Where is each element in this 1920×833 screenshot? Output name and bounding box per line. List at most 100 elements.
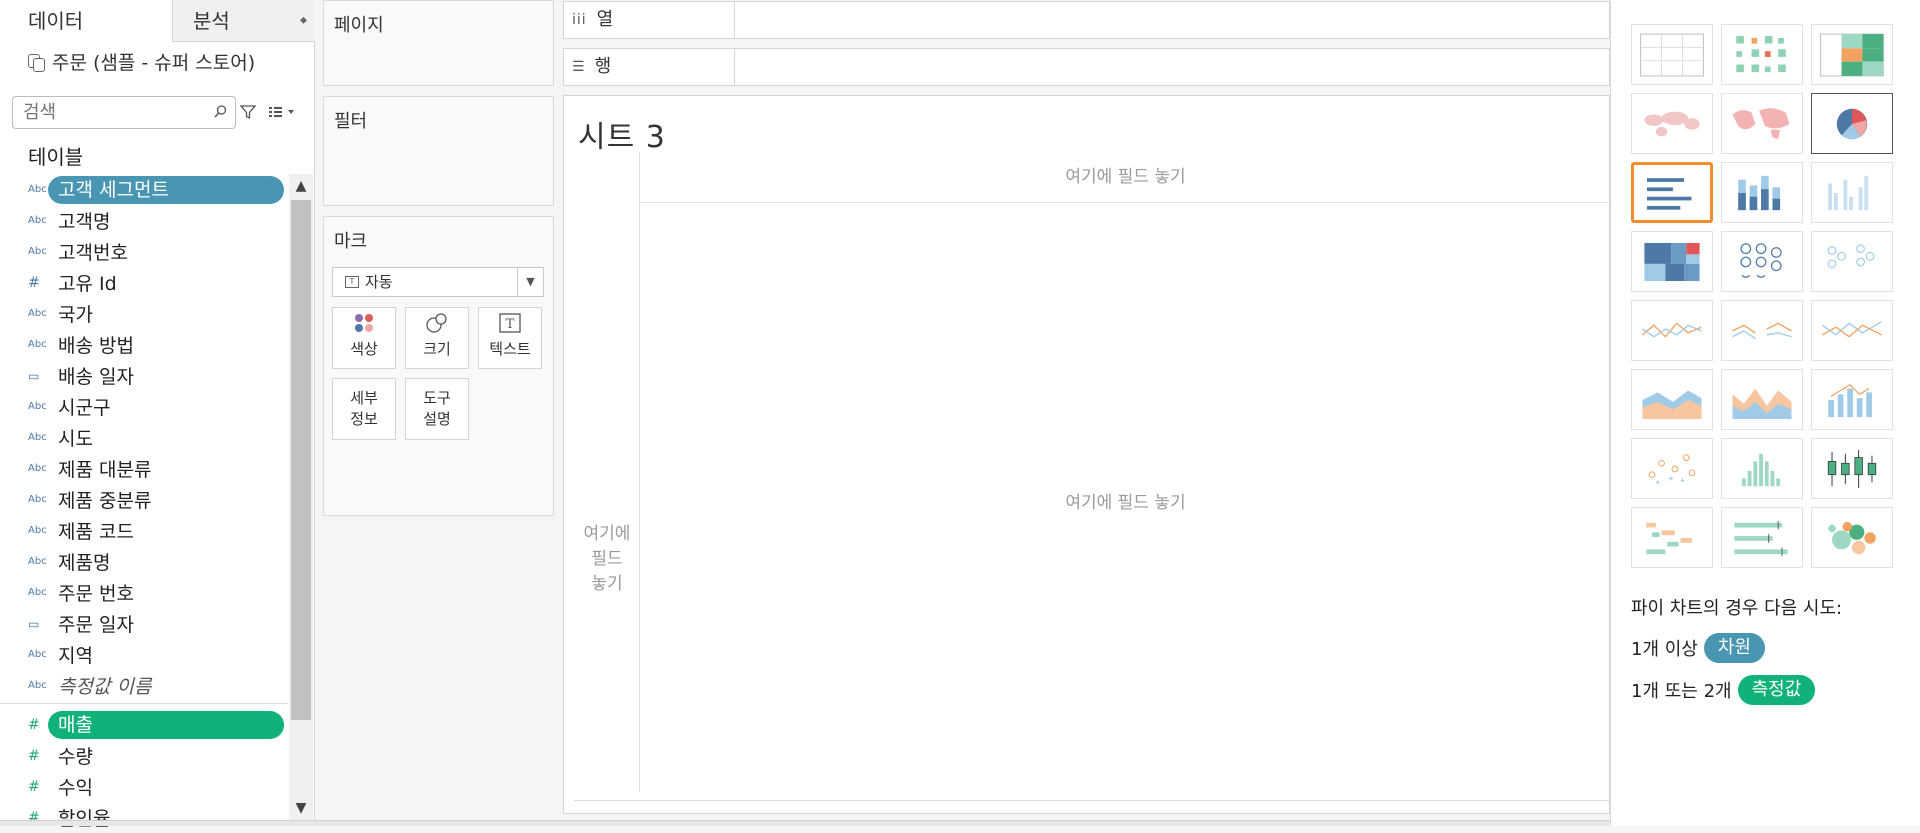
dimension-field[interactable]: Abc 고객 세그먼트 xyxy=(0,174,288,205)
dual-combination-icon[interactable] xyxy=(1811,369,1893,430)
filter-icon[interactable] xyxy=(240,104,256,120)
dimension-field[interactable]: Abc 제품 코드 xyxy=(0,515,288,546)
stacked-bars-icon[interactable] xyxy=(1721,162,1803,223)
discrete-area-icon[interactable] xyxy=(1721,369,1803,430)
dimension-field[interactable]: Abc 측정값 이름 xyxy=(0,670,288,701)
horizontal-bars-icon[interactable] xyxy=(1631,162,1713,223)
pages-card[interactable]: 페이지 xyxy=(323,0,554,86)
search-input[interactable] xyxy=(13,97,203,128)
field-label: 배송 방법 xyxy=(58,335,134,357)
measure-field[interactable]: # 수량 xyxy=(0,740,288,771)
dimension-field[interactable]: Abc 지역 xyxy=(0,639,288,670)
mark-type-dropdown[interactable]: T 자동 ▼ xyxy=(332,267,544,297)
field-label: 제품 코드 xyxy=(58,521,134,543)
string-type-icon: Abc xyxy=(28,215,47,226)
text-table-icon[interactable] xyxy=(1631,24,1713,85)
treemap-icon[interactable] xyxy=(1631,231,1713,292)
dimension-field[interactable]: Abc 고객번호 xyxy=(0,236,288,267)
search-icon[interactable] xyxy=(214,105,227,118)
size-button[interactable]: 크기 xyxy=(405,307,469,369)
color-button-label: 색상 xyxy=(350,340,378,358)
measure-field[interactable]: # 수익 xyxy=(0,771,288,802)
tables-heading: 테이블 xyxy=(28,145,84,169)
dimension-field[interactable]: Abc 주문 번호 xyxy=(0,577,288,608)
scatter-plot-icon[interactable] xyxy=(1631,438,1713,499)
chevron-down-icon[interactable]: ▼ xyxy=(517,268,543,296)
field-label: 고유 Id xyxy=(58,273,117,295)
discrete-lines-icon[interactable] xyxy=(1721,300,1803,361)
detail-button[interactable]: 세부 정보 xyxy=(332,378,396,440)
side-by-side-bars-icon[interactable] xyxy=(1811,162,1893,223)
field-label: 할인율 xyxy=(58,808,111,830)
drop-zone-columns[interactable]: 여기에 필드 놓기 xyxy=(640,152,1611,203)
dimension-field[interactable]: Abc 제품명 xyxy=(0,546,288,577)
drop-zone-rows[interactable]: 여기에 필드 놓기 xyxy=(574,152,640,792)
bullet-graph-icon[interactable] xyxy=(1721,507,1803,568)
view-options-icon[interactable] xyxy=(268,104,298,120)
string-type-icon: Abc xyxy=(28,246,47,257)
continuous-lines-icon[interactable] xyxy=(1631,300,1713,361)
sheet-title[interactable]: 시트 3 xyxy=(578,112,666,156)
mark-type-label: 자동 xyxy=(365,273,393,291)
dimension-field[interactable]: Abc 고객명 xyxy=(0,205,288,236)
dimension-field[interactable]: # 고유 Id xyxy=(0,267,288,298)
text-button[interactable]: T 텍스트 xyxy=(478,307,542,369)
scroll-down-icon[interactable]: ▼ xyxy=(289,796,313,820)
symbol-map-icon[interactable] xyxy=(1631,93,1713,154)
field-label: 주문 번호 xyxy=(58,583,134,605)
measure-field[interactable]: # 매출 xyxy=(0,709,288,740)
measure-field[interactable]: # 할인율 xyxy=(0,802,288,833)
detail-button-line2: 정보 xyxy=(350,410,378,428)
field-divider xyxy=(0,703,288,707)
show-me-panel: 파이 차트의 경우 다음 시도: 1개 이상 차원 1개 또는 2개 측정값 xyxy=(1610,0,1920,826)
tab-data[interactable]: 데이터 xyxy=(0,0,173,42)
box-whisker-icon[interactable] xyxy=(1811,438,1893,499)
dimension-field[interactable]: Abc 제품 중분류 xyxy=(0,484,288,515)
dimension-field[interactable]: ▭ 주문 일자 xyxy=(0,608,288,639)
heat-map-icon[interactable] xyxy=(1721,24,1803,85)
dimension-field[interactable]: ▭ 배송 일자 xyxy=(0,360,288,391)
filled-map-icon[interactable] xyxy=(1721,93,1803,154)
pie-chart-icon[interactable] xyxy=(1811,93,1893,154)
hint-title: 파이 차트의 경우 다음 시도: xyxy=(1631,598,1843,619)
histogram-icon[interactable] xyxy=(1721,438,1803,499)
dimension-field[interactable]: Abc 제품 대분류 xyxy=(0,453,288,484)
field-label: 배송 일자 xyxy=(58,366,134,388)
tab-analytics[interactable]: 분석 ⬥ xyxy=(173,0,315,42)
highlight-table-icon[interactable] xyxy=(1811,24,1893,85)
scroll-thumb[interactable] xyxy=(291,200,311,720)
string-type-icon: Abc xyxy=(28,339,47,350)
tooltip-button[interactable]: 도구 설명 xyxy=(405,378,469,440)
continuous-area-icon[interactable] xyxy=(1631,369,1713,430)
dimension-field[interactable]: Abc 국가 xyxy=(0,298,288,329)
gantt-chart-icon[interactable] xyxy=(1631,507,1713,568)
dimension-field[interactable]: Abc 배송 방법 xyxy=(0,329,288,360)
text-icon: T xyxy=(479,308,541,338)
columns-icon: iii xyxy=(572,12,587,28)
side-by-side-circles-icon[interactable] xyxy=(1811,231,1893,292)
filters-card[interactable]: 필터 xyxy=(323,96,554,206)
number-type-icon: # xyxy=(28,274,40,291)
field-list-scrollbar[interactable]: ▲ ▼ xyxy=(289,174,313,820)
tab-menu-arrow-icon[interactable]: ⬥ xyxy=(300,0,307,42)
drop-zone-rows-line2: 필드 xyxy=(591,549,623,569)
dimension-pill: 차원 xyxy=(1703,633,1765,663)
size-button-label: 크기 xyxy=(423,340,451,358)
packed-bubbles-icon[interactable] xyxy=(1811,507,1893,568)
dimension-field[interactable]: Abc 시군구 xyxy=(0,391,288,422)
datasource-name[interactable]: 주문 (샘플 - 슈퍼 스토어) xyxy=(28,48,255,75)
string-type-icon: Abc xyxy=(28,680,47,691)
drop-zone-rows-text: 여기에 필드 놓기 xyxy=(574,522,640,597)
drop-zone-rows-line3: 놓기 xyxy=(591,574,623,594)
hint-row-measures-prefix: 1개 또는 2개 xyxy=(1631,681,1732,702)
scroll-up-icon[interactable]: ▲ xyxy=(289,174,313,198)
date-type-icon: ▭ xyxy=(28,368,40,383)
drop-zone-center[interactable]: 여기에 필드 놓기 xyxy=(640,488,1611,513)
color-button[interactable]: 색상 xyxy=(332,307,396,369)
dual-lines-icon[interactable] xyxy=(1811,300,1893,361)
circle-views-icon[interactable] xyxy=(1721,231,1803,292)
search-box[interactable] xyxy=(12,96,236,129)
dimension-field[interactable]: Abc 시도 xyxy=(0,422,288,453)
columns-shelf[interactable]: iii 열 xyxy=(563,1,1610,39)
rows-shelf[interactable]: ☰ 행 xyxy=(563,48,1610,86)
